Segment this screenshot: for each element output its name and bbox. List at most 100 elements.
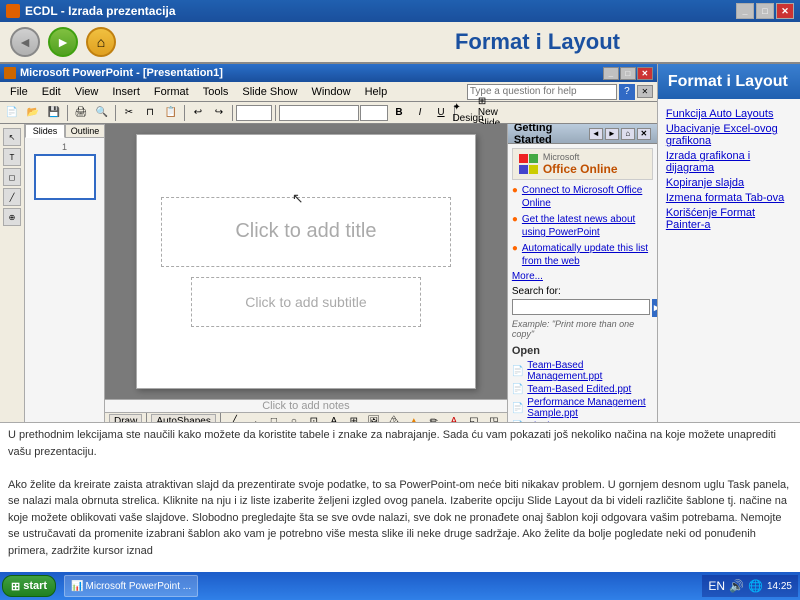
menu-edit[interactable]: Edit [36,85,67,99]
file-link-3[interactable]: 📄 Performance Management Sample.ppt [512,397,653,419]
gs-link-3[interactable]: ● Automatically update this list from th… [512,242,653,268]
copy-btn[interactable]: ⊓ [140,104,160,122]
open-btn[interactable]: 📂 [23,104,43,122]
notes-area[interactable]: Click to add notes [105,399,507,412]
format-link-5[interactable]: Izmena formata Tab-ova [666,192,792,204]
preview-btn[interactable]: 🔍 [92,104,112,122]
print-btn[interactable]: 🖨 [71,104,91,122]
gs-link-1[interactable]: ● Connect to Microsoft Office Online [512,184,653,210]
shape-tool[interactable]: ◻ [3,168,21,186]
format-link-3[interactable]: Izrada grafikona i dijagrama [666,150,792,174]
separator [275,105,276,121]
line-tool[interactable]: ╱ [3,188,21,206]
font-size-input[interactable]: 18 [360,105,388,121]
font-color-icon[interactable]: A [445,413,463,422]
line-color-icon[interactable]: ✏ [425,413,443,422]
ppt-close[interactable]: ✕ [637,67,653,80]
new-btn[interactable]: 📄 [2,104,22,122]
clip-icon[interactable]: 🖼 [365,413,383,422]
forward-button[interactable]: ► [48,27,78,57]
slide-thumbnail[interactable] [34,154,96,200]
outer-window-controls[interactable]: _ □ ✕ [736,3,794,19]
line-icon[interactable]: ╱ [225,413,243,422]
home-button[interactable]: ⌂ [86,27,116,57]
underline-btn[interactable]: U [431,104,451,122]
gs-controls[interactable]: ◄ ► ⌂ ✕ [589,128,651,140]
select-tool[interactable]: ↖ [3,128,21,146]
slide-title-box[interactable]: Click to add title [161,197,451,267]
menu-insert[interactable]: Insert [106,85,146,99]
slides-tab[interactable]: Slides [25,124,65,138]
format-link-1[interactable]: Funkcija Auto Layouts [666,108,792,120]
cut-btn[interactable]: ✂ [119,104,139,122]
menu-file[interactable]: File [4,85,34,99]
oval-icon[interactable]: ○ [285,413,303,422]
diagram-icon[interactable]: ⊞ [345,413,363,422]
font-input[interactable]: Arial [279,105,359,121]
task-pane-close[interactable]: ✕ [637,85,653,98]
menu-window[interactable]: Window [305,85,356,99]
outline-tab[interactable]: Outline [65,124,105,138]
slide-subtitle-box[interactable]: Click to add subtitle [191,277,421,327]
paste-btn[interactable]: 📋 [161,104,181,122]
gs-more-link[interactable]: More... [512,271,653,282]
menu-format[interactable]: Format [148,85,195,99]
fill-color-icon[interactable]: ▲ [405,413,423,422]
ppt-minimize[interactable]: _ [603,67,619,80]
text-tool[interactable]: T [3,148,21,166]
gs-search-input[interactable] [512,299,650,315]
gs-forward-btn[interactable]: ► [605,128,619,140]
save-btn[interactable]: 💾 [44,104,64,122]
menu-help[interactable]: Help [359,85,394,99]
menu-slideshow[interactable]: Slide Show [236,85,303,99]
image-icon[interactable]: 🏔 [385,413,403,422]
new-slide-btn[interactable]: ⊞ New Slide [479,104,499,122]
maximize-button[interactable]: □ [756,3,774,19]
italic-btn[interactable]: I [410,104,430,122]
start-button[interactable]: ⊞ start [2,575,56,597]
zoom-tool[interactable]: ⊕ [3,208,21,226]
file-link-1[interactable]: 📄 Team-Based Management.ppt [512,360,653,382]
draw-menu[interactable]: Draw [109,414,142,423]
gs-link-2[interactable]: ● Get the latest news about using PowerP… [512,213,653,239]
help-search-button[interactable]: ? [619,84,635,100]
slide-canvas[interactable]: ↖ Click to add title Click to add subtit… [136,134,476,389]
gs-close-btn[interactable]: ✕ [637,128,651,140]
minimize-button[interactable]: _ [736,3,754,19]
ppt-maximize[interactable]: □ [620,67,636,80]
autoshapes-menu[interactable]: AutoShapes [151,414,216,423]
wordart-icon[interactable]: A [325,413,343,422]
menu-view[interactable]: View [69,85,105,99]
format-link-6[interactable]: Korišćenje Format Painter-a [666,207,792,231]
content-area: ↖ Click to add title Click to add subtit… [105,124,507,422]
menu-tools[interactable]: Tools [197,85,235,99]
slides-list: 1 [25,138,104,422]
rect-icon[interactable]: □ [265,413,283,422]
close-button[interactable]: ✕ [776,3,794,19]
ppt-window-controls[interactable]: _ □ ✕ [603,67,653,80]
redo-btn[interactable]: ↪ [209,104,229,122]
back-button[interactable]: ◄ [10,27,40,57]
file-icon-2: 📄 [512,384,524,395]
shadow-icon[interactable]: ◱ [465,413,483,422]
clock: 14:25 [767,581,792,592]
3d-icon[interactable]: ◳ [485,413,503,422]
arrow-icon[interactable]: → [245,413,263,422]
format-link-2[interactable]: Ubacivanje Excel-ovog grafikona [666,123,792,147]
design-btn[interactable]: ✦ Design [458,104,478,122]
file-link-2[interactable]: 📄 Team-Based Edited.ppt [512,384,653,395]
top-nav-area: ◄ ► ⌂ Format i Layout [0,22,800,64]
bold-btn[interactable]: B [389,104,409,122]
ms-sq-red [519,154,528,163]
taskbar-ppt-icon: 📊 [71,581,83,592]
format-link-4[interactable]: Kopiranje slajda [666,177,792,189]
taskbar-ppt-item[interactable]: 📊 Microsoft PowerPoint ... [64,575,198,597]
undo-btn[interactable]: ↩ [188,104,208,122]
ppt-title-bar: Microsoft PowerPoint - [Presentation1] _… [0,64,657,82]
textbox-icon[interactable]: ⊡ [305,413,323,422]
gs-home-btn[interactable]: ⌂ [621,128,635,140]
ecdl-icon [6,4,20,18]
gs-back-btn[interactable]: ◄ [589,128,603,140]
separator [115,105,116,121]
zoom-input[interactable]: 46% [236,105,272,121]
